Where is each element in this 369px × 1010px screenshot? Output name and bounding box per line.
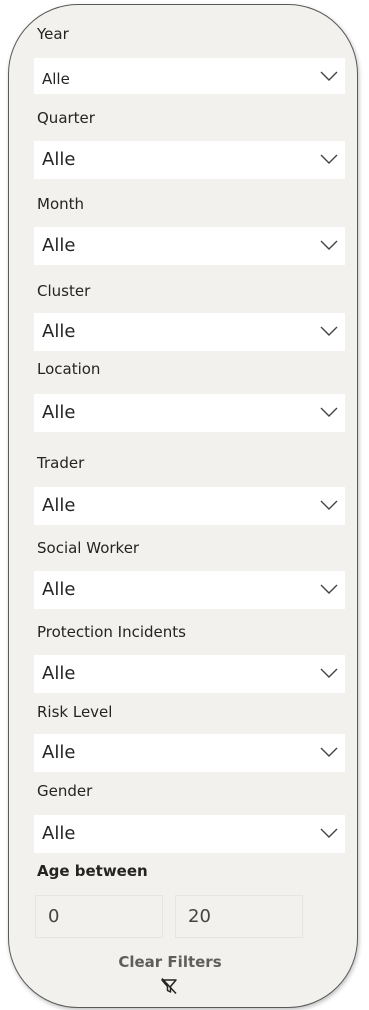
chevron-down-icon [320, 154, 338, 164]
quarter-value: Alle [42, 149, 76, 170]
risk-level-value: Alle [42, 742, 76, 763]
social-worker-dropdown[interactable]: Alle [34, 571, 345, 609]
year-dropdown[interactable]: Alle [34, 58, 345, 94]
gender-dropdown[interactable]: Alle [34, 815, 345, 853]
clear-filters-label: Clear Filters [118, 953, 222, 971]
gender-label: Gender [37, 782, 93, 800]
chevron-down-icon [320, 407, 338, 417]
month-value: Alle [42, 235, 76, 256]
chevron-down-icon [320, 584, 338, 594]
quarter-dropdown[interactable]: Alle [34, 141, 345, 179]
cluster-label: Cluster [37, 282, 91, 300]
protection-incidents-label: Protection Incidents [37, 623, 186, 641]
age-between-label: Age between [37, 862, 148, 880]
location-dropdown[interactable]: Alle [34, 394, 345, 432]
location-value: Alle [42, 402, 76, 423]
age-max-value: 20 [188, 906, 211, 927]
age-min-input[interactable]: 0 [35, 895, 163, 938]
protection-incidents-value: Alle [42, 663, 76, 684]
chevron-down-icon [320, 71, 338, 81]
location-label: Location [37, 360, 101, 378]
chevron-down-icon [320, 500, 338, 510]
chevron-down-icon [320, 668, 338, 678]
quarter-label: Quarter [37, 109, 95, 127]
chevron-down-icon [320, 240, 338, 250]
clear-filters-button[interactable]: Clear Filters [100, 950, 240, 1000]
chevron-down-icon [320, 747, 338, 757]
protection-incidents-dropdown[interactable]: Alle [34, 655, 345, 693]
risk-level-label: Risk Level [37, 703, 113, 721]
gender-value: Alle [42, 823, 76, 844]
trader-label: Trader [37, 454, 85, 472]
year-value: Alle [42, 70, 70, 88]
chevron-down-icon [320, 326, 338, 336]
trader-value: Alle [42, 495, 76, 516]
filter-clear-icon [161, 977, 177, 995]
month-dropdown[interactable]: Alle [34, 227, 345, 265]
cluster-dropdown[interactable]: Alle [34, 313, 345, 351]
trader-dropdown[interactable]: Alle [34, 487, 345, 525]
cluster-value: Alle [42, 321, 76, 342]
month-label: Month [37, 195, 85, 213]
social-worker-label: Social Worker [37, 539, 140, 557]
age-min-value: 0 [48, 906, 60, 927]
chevron-down-icon [320, 828, 338, 838]
age-max-input[interactable]: 20 [175, 895, 303, 938]
year-label: Year [37, 25, 69, 43]
risk-level-dropdown[interactable]: Alle [34, 734, 345, 772]
social-worker-value: Alle [42, 579, 76, 600]
